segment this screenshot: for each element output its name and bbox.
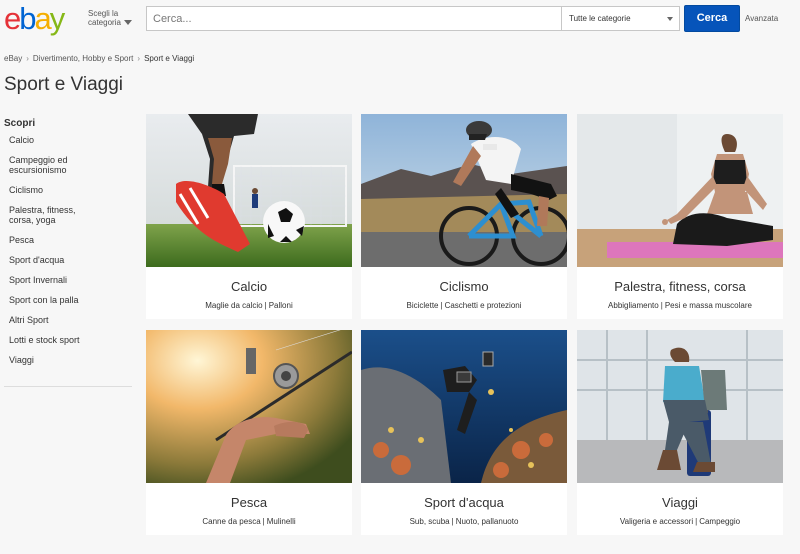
category-card-calcio[interactable]: Calcio Maglie da calcio | Palloni	[146, 114, 352, 319]
sidebar-item-ciclismo[interactable]: Ciclismo	[9, 185, 132, 195]
pipe-separator: |	[695, 517, 698, 526]
card-link[interactable]: Palloni	[269, 301, 293, 310]
pipe-separator: |	[451, 517, 454, 526]
breadcrumb-separator: ›	[137, 54, 141, 63]
card-link[interactable]: Caschetti e protezioni	[445, 301, 522, 310]
sidebar-item-sport-invernali[interactable]: Sport Invernali	[9, 275, 132, 285]
breadcrumb: eBay › Divertimento, Hobby e Sport › Sport e…	[4, 54, 194, 63]
card-links: Valigeria e accessori | Campeggio	[577, 517, 783, 526]
breadcrumb-item-current: Sport e Viaggi	[144, 54, 195, 63]
card-links: Sub, scuba | Nuoto, pallanuoto	[361, 517, 567, 526]
category-card-pesca[interactable]: Pesca Canne da pesca | Mulinelli	[146, 330, 352, 535]
pipe-separator: |	[262, 517, 265, 526]
sidebar: Scopri Calcio Campeggio ed escursionismo…	[0, 118, 132, 387]
logo-letter-y: y	[49, 1, 65, 36]
sidebar-item-sport-acqua[interactable]: Sport d'acqua	[9, 255, 132, 265]
logo-letter-b: b	[19, 1, 36, 36]
logo-letter-a: a	[34, 1, 52, 36]
sidebar-list: Calcio Campeggio ed escursionismo Ciclis…	[0, 135, 132, 365]
cycling-photo	[361, 114, 567, 267]
card-link[interactable]: Nuoto, pallanuoto	[456, 517, 519, 526]
card-link[interactable]: Valigeria e accessori	[620, 517, 693, 526]
advanced-search-link[interactable]: Avanzata	[745, 14, 778, 23]
sidebar-item-palestra[interactable]: Palestra, fitness, corsa, yoga	[9, 205, 89, 225]
card-link[interactable]: Canne da pesca	[202, 517, 260, 526]
card-link[interactable]: Abbigliamento	[608, 301, 659, 310]
card-title: Pesca	[230, 495, 268, 510]
card-title: Palestra, fitness, corsa	[614, 279, 746, 294]
card-link[interactable]: Mulinelli	[267, 517, 296, 526]
card-link[interactable]: Pesi e massa muscolare	[665, 301, 752, 310]
soccer-photo	[146, 114, 352, 267]
card-links: Abbigliamento | Pesi e massa muscolare	[577, 301, 783, 310]
diving-photo	[361, 330, 567, 483]
ebay-logo[interactable]: ebay	[4, 2, 82, 36]
category-picker[interactable]: Scegli la categoria	[88, 9, 138, 27]
sidebar-item-altri-sport[interactable]: Altri Sport	[9, 315, 132, 325]
category-card-sport-acqua[interactable]: Sport d'acqua Sub, scuba | Nuoto, pallanuo…	[361, 330, 567, 535]
card-title: Viaggi	[662, 495, 698, 510]
travel-photo	[577, 330, 783, 483]
sidebar-item-viaggi[interactable]: Viaggi	[9, 355, 132, 365]
pipe-separator: |	[660, 301, 663, 310]
card-link[interactable]: Biciclette	[406, 301, 438, 310]
card-title: Calcio	[230, 279, 268, 294]
sidebar-item-sport-palla[interactable]: Sport con la palla	[9, 295, 132, 305]
breadcrumb-separator: ›	[26, 54, 29, 63]
sidebar-item-campeggio[interactable]: Campeggio ed escursionismo	[9, 155, 89, 175]
page-title: Sport e Viaggi	[4, 74, 124, 95]
card-link[interactable]: Sub, scuba	[410, 517, 450, 526]
header: ebay Scegli la categoria Tutte le catego…	[0, 0, 800, 40]
logo-letter-e: e	[4, 1, 21, 36]
card-links: Biciclette | Caschetti e protezioni	[361, 301, 567, 310]
yoga-photo	[577, 114, 783, 267]
card-link[interactable]: Maglie da calcio	[205, 301, 262, 310]
category-card-viaggi[interactable]: Viaggi Valigeria e accessori | Campeggio	[577, 330, 783, 535]
category-picker-label: Scegli la categoria	[88, 9, 121, 27]
card-title: Sport d'acqua	[424, 495, 504, 510]
pipe-separator: |	[440, 301, 443, 310]
pipe-separator: |	[264, 301, 267, 310]
sidebar-item-lotti[interactable]: Lotti e stock sport	[9, 335, 132, 345]
sidebar-heading: Scopri	[4, 118, 36, 129]
card-link[interactable]: Campeggio	[699, 517, 740, 526]
chevron-down-icon	[667, 17, 673, 21]
category-select[interactable]: Tutte le categorie	[561, 6, 680, 31]
category-select-value: Tutte le categorie	[569, 14, 631, 23]
card-links: Canne da pesca | Mulinelli	[146, 517, 352, 526]
category-card-ciclismo[interactable]: Ciclismo Biciclette | Caschetti e protezio…	[361, 114, 567, 319]
category-card-palestra[interactable]: Palestra, fitness, corsa Abbigliamento | P…	[577, 114, 783, 319]
card-title: Ciclismo	[439, 279, 489, 294]
sidebar-item-calcio[interactable]: Calcio	[9, 135, 132, 145]
chevron-down-icon	[123, 20, 132, 26]
search-button[interactable]: Cerca	[684, 5, 740, 32]
search-input[interactable]	[146, 6, 562, 31]
breadcrumb-item-category[interactable]: Divertimento, Hobby e Sport	[33, 54, 134, 63]
sidebar-item-pesca[interactable]: Pesca	[9, 235, 132, 245]
breadcrumb-item-ebay[interactable]: eBay	[4, 54, 22, 63]
fishing-photo	[146, 330, 352, 483]
card-links: Maglie da calcio | Palloni	[146, 301, 352, 310]
sidebar-divider	[4, 386, 132, 387]
